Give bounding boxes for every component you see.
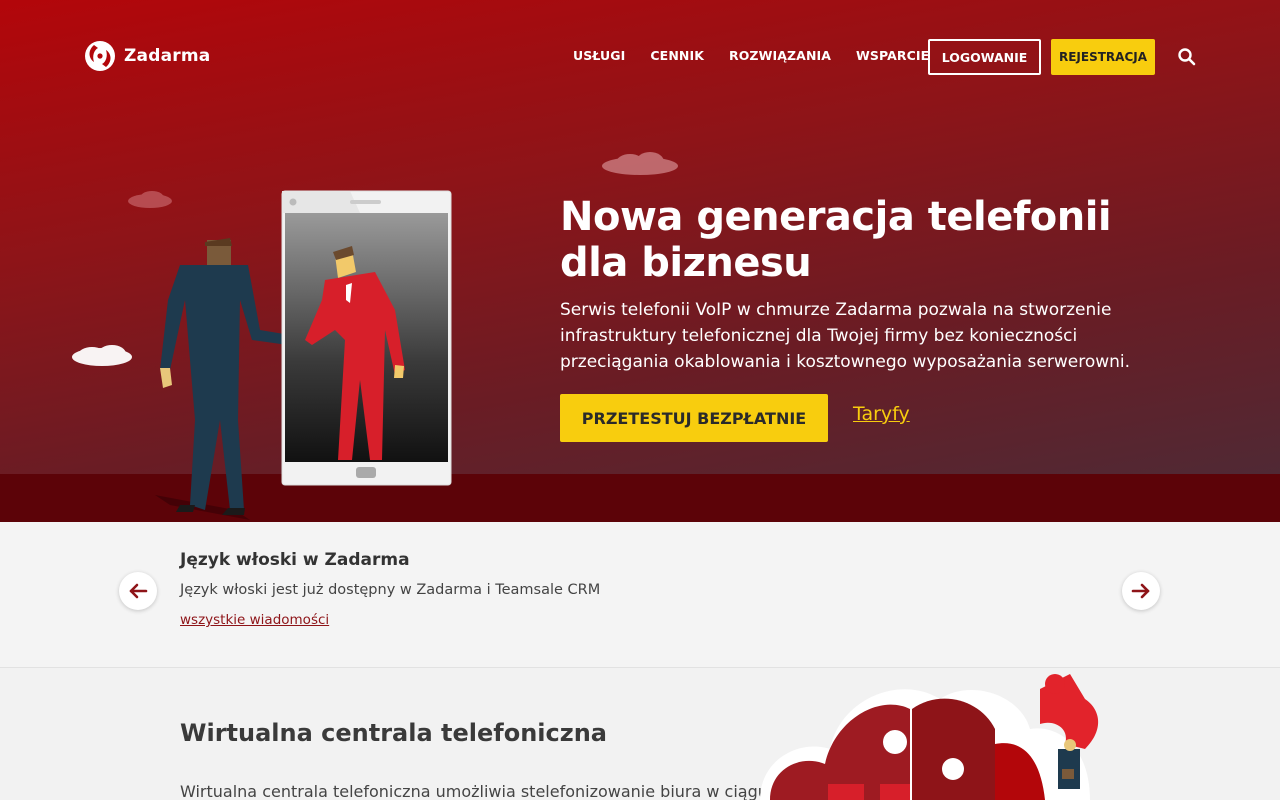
section-title: Wirtualna centrala telefoniczna: [180, 719, 607, 747]
free-trial-button[interactable]: PRZETESTUJ BEZPŁATNIE: [560, 394, 828, 442]
news-prev-button[interactable]: [119, 572, 157, 610]
hero-description: Serwis telefonii VoIP w chmurze Zadarma …: [560, 300, 1131, 372]
arrow-right-icon: [1131, 583, 1150, 599]
nav-item-wsparcie[interactable]: WSPARCIE: [856, 48, 929, 63]
all-news-link[interactable]: wszystkie wiadomości: [180, 612, 329, 628]
main-nav: USŁUGI CENNIK ROZWIĄZANIA WSPARCIE: [573, 48, 929, 63]
nav-item-cennik[interactable]: CENNIK: [650, 48, 704, 63]
login-button[interactable]: LOGOWANIE: [928, 39, 1041, 75]
logo-text: Zadarma: [124, 46, 211, 66]
search-icon[interactable]: [1177, 47, 1197, 67]
cloud-decoration: [602, 152, 678, 175]
cloud-puzzle-illustration: [760, 674, 1099, 800]
tariffs-link[interactable]: Taryfy: [853, 403, 910, 425]
zadarma-logo[interactable]: Zadarma: [84, 40, 210, 72]
arrow-left-icon: [129, 583, 148, 599]
news-text: Język włoski jest już dostępny w Zadarma…: [180, 582, 601, 598]
section-text: Wirtualna centrala telefoniczna umożliwi…: [180, 782, 768, 800]
handshake-illustration: [72, 190, 452, 520]
news-title: Język włoski w Zadarma: [180, 550, 410, 570]
logo-icon: [85, 41, 115, 71]
hero-section: Zadarma USŁUGI CENNIK ROZWIĄZANIA WSPARC…: [0, 0, 1280, 522]
nav-item-uslugi[interactable]: USŁUGI: [573, 48, 625, 63]
pbx-section: Wirtualna centrala telefoniczna Wirtualn…: [0, 669, 1280, 800]
news-next-button[interactable]: [1122, 572, 1160, 610]
news-carousel: Język włoski w Zadarma Język włoski jest…: [0, 522, 1280, 668]
nav-item-rozwiazania[interactable]: ROZWIĄZANIA: [729, 48, 831, 63]
register-button[interactable]: REJESTRACJA: [1051, 39, 1155, 75]
hero-title: Nowa generacja telefonii dla biznesu: [560, 194, 1112, 286]
